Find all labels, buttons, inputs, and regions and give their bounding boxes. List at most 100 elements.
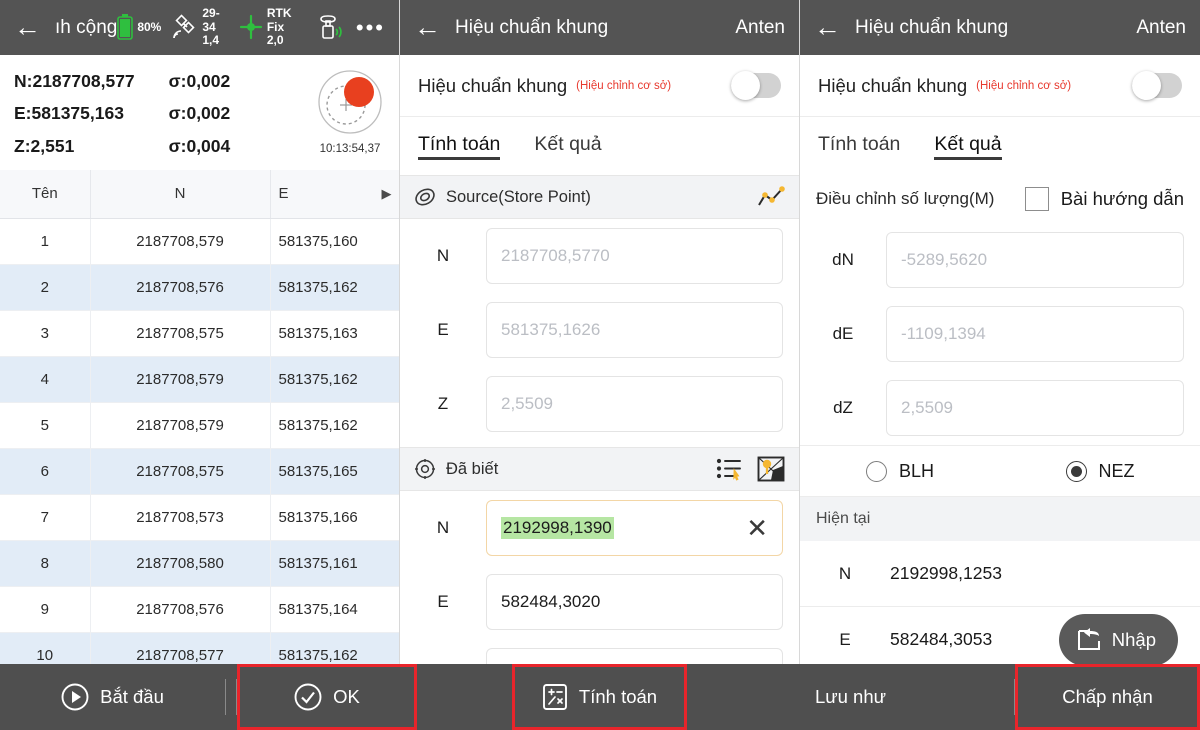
bottom-button-bat-dau-label: Bắt đầu [100,686,164,708]
rtk-info: RTK Fix 2,0 [267,7,306,48]
table-row[interactable]: 92187708,576581375,164 [0,586,400,632]
cell-name: 4 [0,356,90,402]
close-icon[interactable]: ✕ [746,515,768,541]
mid-tab-bar: Tính toán Kết quả [400,117,799,175]
source-field-z-input[interactable]: 2,5509 [486,376,783,432]
list-select-icon[interactable] [715,457,743,481]
back-arrow-icon[interactable]: ← [814,14,841,41]
current-section-header: Hiện tại [800,497,1200,541]
known-field-n-value: 2192998,1390 [501,517,614,539]
column-header-name[interactable]: Tên [0,170,90,218]
cell-e: 581375,166 [270,494,400,540]
cell-e: 581375,165 [270,448,400,494]
guide-checkbox[interactable] [1025,187,1049,211]
cell-name: 9 [0,586,90,632]
bottom-button-luu-nhu-label: Lưu như [815,686,886,708]
cell-e: 581375,163 [270,310,400,356]
mid-calibration-row: Hiệu chuẩn khung (Hiệu chỉnh cơ sở) [400,55,799,117]
mid-calibration-toggle[interactable] [731,73,781,98]
coordinate-readout: N:2187708,577 E:581375,163 Z:2,551 σ:0,0… [0,55,399,170]
delta-field-dn-input[interactable]: -5289,5620 [886,232,1184,288]
cell-n: 2187708,573 [90,494,270,540]
table-row[interactable]: 72187708,573581375,166 [0,494,400,540]
antenna-action[interactable]: Anten [735,17,785,39]
table-row[interactable]: 52187708,579581375,162 [0,402,400,448]
source-field-z: Z 2,5509 [400,367,799,441]
right-panel-title: Hiệu chuẩn khung [855,17,1008,39]
delta-field-de-input[interactable]: -1109,1394 [886,306,1184,362]
column-header-n[interactable]: N [90,170,270,218]
bottom-button-tinh-toan[interactable]: Tính toán [512,664,687,730]
play-circle-icon [61,683,89,711]
table-row[interactable]: 12187708,579581375,160 [0,218,400,264]
sigma-n: σ:0,002 [169,65,231,97]
tab-tinh-toan[interactable]: Tính toán [418,133,500,160]
cell-e: 581375,160 [270,218,400,264]
tab-ket-qua[interactable]: Kết quả [934,133,1001,160]
right-calibration-toggle[interactable] [1132,73,1182,98]
battery-icon [117,14,133,40]
skyplot-widget[interactable]: 10:13:54,37 [315,65,385,155]
tab-tinh-toan[interactable]: Tính toán [818,133,900,160]
import-button[interactable]: Nhập [1059,614,1178,666]
right-calibration-sublabel: (Hiệu chỉnh cơ sở) [976,80,1071,92]
guide-checkbox-group[interactable]: Bài hướng dẫn [1025,187,1184,211]
table-row[interactable]: 62187708,575581375,165 [0,448,400,494]
source-field-z-placeholder: 2,5509 [501,394,553,414]
known-field-e: E 582484,3020 [400,565,799,639]
crosshair-circle-icon [414,458,436,480]
import-button-label: Nhập [1112,629,1156,651]
cell-n: 2187708,575 [90,310,270,356]
source-field-n-input[interactable]: 2187708,5770 [486,228,783,284]
trend-chart-icon[interactable] [757,186,785,208]
map-pin-icon[interactable] [757,456,785,482]
satellite-count-line1: 29-34 [202,7,227,35]
bottom-button-ok-label: OK [333,686,360,708]
antenna-action[interactable]: Anten [1136,17,1186,39]
cell-n: 2187708,579 [90,402,270,448]
delta-field-de-placeholder: -1109,1394 [901,324,986,344]
table-row[interactable]: 22187708,576581375,162 [0,264,400,310]
radio-option-blh[interactable]: BLH [800,461,1000,482]
back-arrow-icon[interactable]: ← [14,14,41,41]
known-field-e-input[interactable]: 582484,3020 [486,574,783,630]
cell-e: 581375,161 [270,540,400,586]
current-row-n-value: 2192998,1253 [890,563,1002,584]
cell-name: 2 [0,264,90,310]
column-header-e-label: E [279,185,289,202]
known-field-n-input[interactable]: 2192998,1390 ✕ [486,500,783,556]
mid-panel-calibration-calc: ← Hiệu chuẩn khung Anten Hiệu chuẩn khun… [400,0,800,730]
bottom-button-chap-nhan[interactable]: Chấp nhận [1015,664,1200,730]
radio-option-nez[interactable]: NEZ [1000,461,1200,482]
source-field-e-input[interactable]: 581375,1626 [486,302,783,358]
current-section-title: Hiện tại [816,510,870,528]
right-panel-header: ← Hiệu chuẩn khung Anten [800,0,1200,55]
chevron-right-icon[interactable]: ▶ [382,186,392,202]
current-row-n: N 2192998,1253 [800,541,1200,607]
table-row[interactable]: 42187708,579581375,162 [0,356,400,402]
satellite-icon [172,14,198,40]
delta-field-dz-input[interactable]: 2,5509 [886,380,1184,436]
cell-n: 2187708,580 [90,540,270,586]
calculator-icon [542,683,568,711]
source-field-z-label: Z [400,394,486,414]
delta-field-dz-placeholder: 2,5509 [901,398,953,418]
back-arrow-icon[interactable]: ← [414,14,441,41]
tab-ket-qua[interactable]: Kết quả [534,133,601,160]
known-field-n: N 2192998,1390 ✕ [400,491,799,565]
known-section-title: Đã biết [446,460,498,479]
left-panel-title: ıh cộng [55,17,117,39]
table-row[interactable]: 32187708,575581375,163 [0,310,400,356]
cell-e: 581375,164 [270,586,400,632]
right-calibration-label: Hiệu chuẩn khung [818,75,967,97]
table-row[interactable]: 82187708,580581375,161 [0,540,400,586]
cell-n: 2187708,576 [90,264,270,310]
delta-field-dz: dZ 2,5509 [800,371,1200,445]
table-header-row: Tên N E ▶ [0,170,400,218]
cell-name: 7 [0,494,90,540]
bottom-button-bat-dau[interactable]: Bắt đầu [0,664,225,730]
column-header-e[interactable]: E ▶ [270,170,400,218]
more-dots-icon[interactable]: ••• [356,21,385,34]
bottom-button-luu-nhu[interactable]: Lưu như [687,664,1014,730]
bottom-button-ok[interactable]: OK [237,664,417,730]
